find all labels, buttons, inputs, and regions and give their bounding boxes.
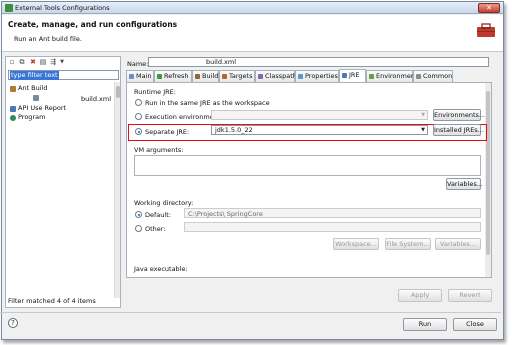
working-directory-label: Working directory: bbox=[134, 199, 194, 207]
environment-icon bbox=[369, 74, 374, 79]
workspace-button[interactable]: Workspace... bbox=[333, 238, 379, 250]
title-bar: External Tools Configurations ✕ bbox=[2, 2, 503, 14]
config-tabs: Main Refresh Build Targets Classpath Pro… bbox=[126, 69, 492, 82]
default-directory-value: C:\Projects\ SpringCore bbox=[188, 210, 263, 218]
name-label: Name: bbox=[127, 60, 149, 68]
window-close-button[interactable]: ✕ bbox=[478, 3, 500, 13]
build-icon bbox=[195, 74, 200, 79]
variables-disabled-button[interactable]: Variables... bbox=[435, 238, 481, 250]
common-icon bbox=[416, 74, 421, 79]
file-system-button[interactable]: File System... bbox=[385, 238, 431, 250]
new-config-icon[interactable]: ▫ bbox=[8, 58, 16, 66]
tree-scrollbar[interactable] bbox=[114, 82, 120, 298]
same-jre-label: Run in the same JRE as the workspace bbox=[145, 99, 270, 107]
content-scroll-thumb[interactable] bbox=[486, 91, 490, 255]
footer-separator bbox=[0, 312, 501, 313]
java-executable-label: Java executable: bbox=[134, 265, 188, 273]
variables-button[interactable]: Variables... bbox=[446, 178, 483, 190]
default-directory-field: C:\Projects\ SpringCore bbox=[184, 208, 481, 218]
dialog-header: Create, manage, and run configurations R… bbox=[2, 15, 503, 52]
app-icon bbox=[5, 4, 13, 12]
run-button[interactable]: Run bbox=[403, 318, 447, 331]
ant-file-icon bbox=[33, 95, 39, 101]
tab-properties[interactable]: Properties bbox=[295, 70, 339, 82]
filter-placeholder: type filter text bbox=[10, 71, 59, 80]
tree-item-ant-build[interactable]: Ant Build bbox=[18, 84, 48, 92]
tree-scroll-thumb[interactable] bbox=[116, 86, 120, 98]
chevron-down-icon: ▼ bbox=[421, 112, 425, 118]
separate-jre-label: Separate JRE: bbox=[145, 128, 190, 136]
duplicate-icon[interactable]: ⧉ bbox=[18, 58, 26, 66]
tab-jre[interactable]: JRE bbox=[339, 69, 366, 82]
delete-icon[interactable]: ✖ bbox=[29, 58, 37, 66]
filter-status: Filter matched 4 of 4 items bbox=[8, 297, 96, 305]
execution-environment-select[interactable]: ▼ bbox=[211, 110, 428, 120]
name-field[interactable]: build.xml bbox=[148, 57, 489, 67]
tab-build[interactable]: Build bbox=[192, 70, 219, 82]
filter-input[interactable]: type filter text bbox=[8, 70, 119, 80]
runtime-jre-label: Runtime JRE: bbox=[134, 88, 176, 96]
config-tree-pane bbox=[5, 56, 121, 308]
report-icon bbox=[10, 106, 16, 112]
installed-jres-button[interactable]: Installed JREs... bbox=[433, 124, 484, 136]
tree-item-build-xml[interactable]: build.xml bbox=[81, 95, 111, 103]
tree-item-program[interactable]: Program bbox=[18, 113, 45, 121]
separate-jre-value: jdk1.5.0_22 bbox=[215, 126, 253, 134]
jre-icon bbox=[342, 73, 347, 78]
ant-build-icon bbox=[10, 86, 16, 92]
default-directory-label: Default: bbox=[145, 211, 171, 219]
header-title: Create, manage, and run configurations bbox=[8, 20, 178, 29]
tab-classpath[interactable]: Classpath bbox=[255, 70, 297, 82]
toolbox-icon bbox=[477, 23, 495, 37]
window-title: External Tools Configurations bbox=[15, 4, 110, 12]
radio-execution-environment[interactable] bbox=[135, 113, 142, 120]
apply-button[interactable]: Apply bbox=[398, 289, 442, 302]
chevron-down-icon[interactable]: ▼ bbox=[58, 58, 66, 66]
properties-icon bbox=[298, 74, 303, 79]
other-directory-field[interactable] bbox=[184, 222, 481, 232]
refresh-icon bbox=[157, 74, 162, 79]
content-scrollbar[interactable] bbox=[485, 83, 491, 277]
radio-separate-jre[interactable] bbox=[135, 128, 142, 135]
chevron-down-icon: ▼ bbox=[421, 127, 425, 133]
close-button[interactable]: Close bbox=[453, 318, 497, 331]
collapse-all-icon[interactable]: ▤ bbox=[39, 58, 47, 66]
tab-environment[interactable]: Environment bbox=[366, 70, 418, 82]
name-value: build.xml bbox=[206, 58, 237, 66]
help-icon[interactable]: ? bbox=[8, 318, 18, 328]
targets-icon bbox=[222, 74, 227, 79]
radio-same-jre[interactable] bbox=[135, 99, 142, 106]
environments-button[interactable]: Environments... bbox=[433, 109, 485, 121]
tab-common[interactable]: Common bbox=[413, 70, 453, 82]
tab-refresh[interactable]: Refresh bbox=[154, 70, 192, 82]
filter-icon[interactable]: ⇶ bbox=[49, 58, 57, 66]
vm-arguments-field[interactable] bbox=[134, 155, 481, 176]
vm-arguments-label: VM arguments: bbox=[134, 146, 184, 154]
radio-other-directory[interactable] bbox=[135, 225, 142, 232]
tab-main[interactable]: Main bbox=[126, 70, 154, 82]
separate-jre-select[interactable]: jdk1.5.0_22 ▼ bbox=[211, 125, 428, 135]
other-directory-label: Other: bbox=[145, 225, 166, 233]
tree-item-api-use-report[interactable]: API Use Report bbox=[18, 104, 66, 112]
header-subtitle: Run an Ant build file. bbox=[14, 35, 82, 43]
radio-default-directory[interactable] bbox=[135, 211, 142, 218]
tab-targets[interactable]: Targets bbox=[219, 70, 255, 82]
program-icon bbox=[10, 115, 16, 121]
main-tab-icon bbox=[129, 74, 134, 79]
revert-button[interactable]: Revert bbox=[448, 289, 492, 302]
classpath-icon bbox=[258, 74, 263, 79]
